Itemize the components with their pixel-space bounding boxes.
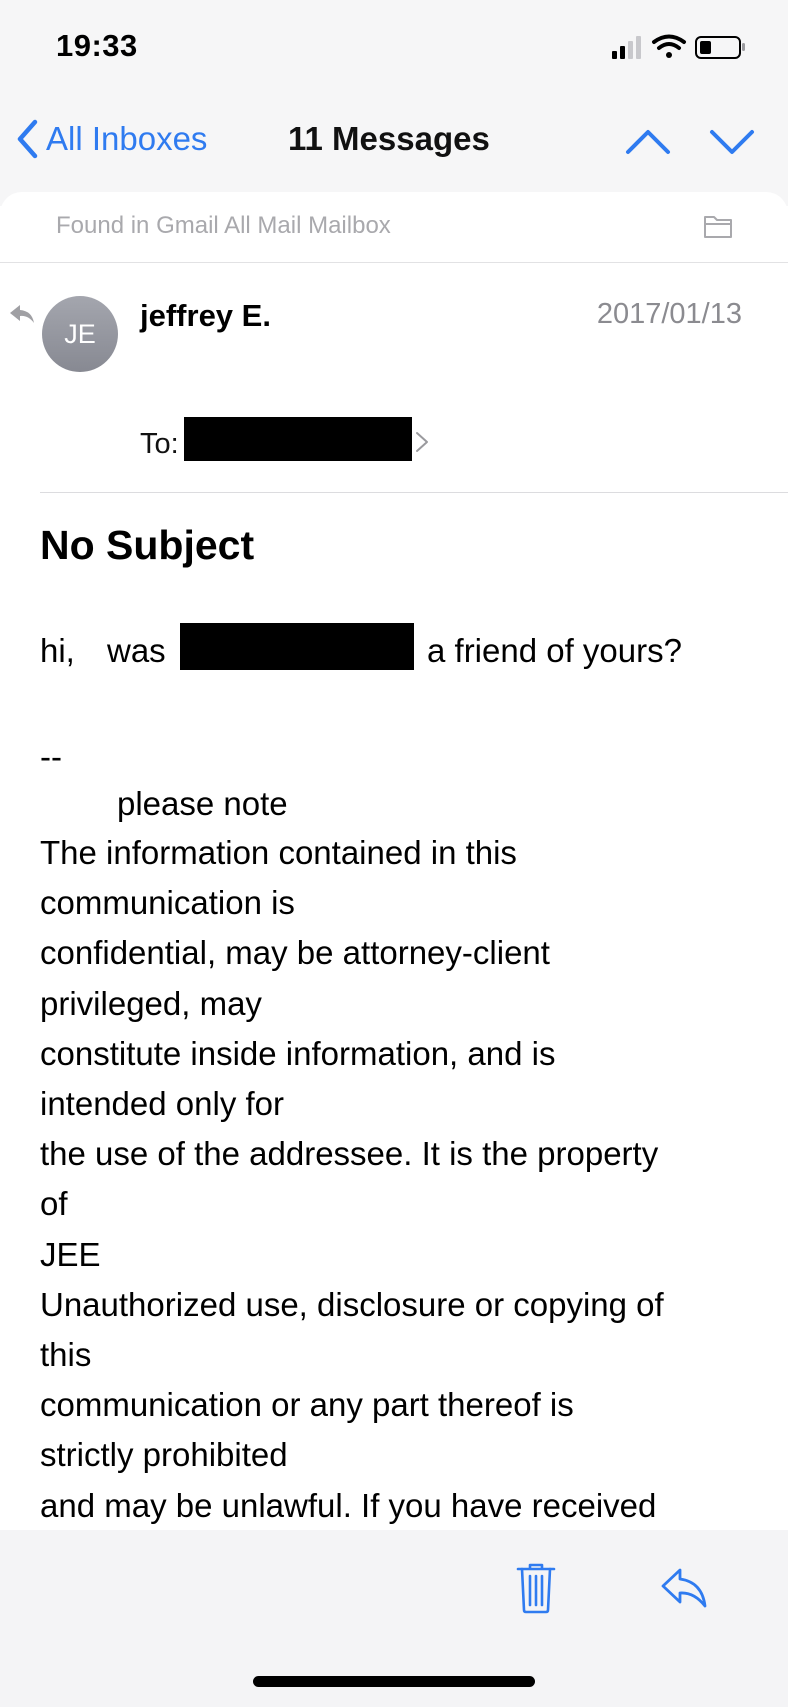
- mailbox-notice: Found in Gmail All Mail Mailbox: [56, 212, 391, 239]
- redacted-name: [180, 623, 414, 670]
- avatar-initials: JE: [64, 318, 96, 349]
- disclaimer-line: communication is: [40, 884, 295, 922]
- home-indicator[interactable]: [253, 1676, 535, 1687]
- battery-icon: [695, 36, 745, 59]
- mailbox-notice-bar: Found in Gmail All Mail Mailbox: [0, 192, 788, 263]
- disclaimer-line: and may be unlawful. If you have receive…: [40, 1486, 657, 1524]
- avatar[interactable]: JE: [42, 296, 118, 372]
- status-bar: 19:33: [0, 0, 788, 100]
- back-button[interactable]: All Inboxes: [16, 114, 207, 164]
- redacted-recipient: [184, 417, 412, 461]
- chevron-right-icon[interactable]: [414, 430, 430, 454]
- reply-icon[interactable]: [660, 1566, 708, 1610]
- folder-icon[interactable]: [702, 212, 734, 240]
- disclaimer-line: this: [40, 1336, 92, 1374]
- disclaimer-line: the use of the addressee. It is the prop…: [40, 1135, 659, 1173]
- disclaimer-line: intended only for: [40, 1085, 285, 1123]
- bottom-toolbar: [0, 1530, 788, 1707]
- body-greeting-start: hi,: [40, 632, 75, 669]
- disclaimer-line: constitute inside information, and is: [40, 1034, 556, 1072]
- trash-icon[interactable]: [516, 1562, 556, 1614]
- disclaimer-line: privileged, may: [40, 984, 262, 1022]
- header-divider: [40, 492, 788, 493]
- body-greeting-mid: was: [107, 632, 166, 669]
- wifi-icon: [652, 34, 686, 58]
- status-time: 19:33: [56, 28, 138, 63]
- disclaimer-text: The information contained in this commun…: [40, 828, 760, 1531]
- chevron-down-icon[interactable]: [708, 122, 756, 162]
- replied-indicator-icon: [10, 305, 34, 323]
- disclaimer-line: Unauthorized use, disclosure or copying …: [40, 1285, 664, 1323]
- disclaimer-line: of: [40, 1185, 68, 1223]
- chevron-up-icon[interactable]: [624, 122, 672, 162]
- status-icons: [612, 34, 745, 59]
- to-label: To:: [140, 428, 179, 460]
- signature-note: please note: [117, 785, 288, 822]
- chevron-left-icon: [17, 119, 38, 159]
- navigation-bar: All Inboxes 11 Messages: [0, 100, 788, 186]
- disclaimer-line: JEE: [40, 1235, 101, 1273]
- body-greeting-end: a friend of yours?: [427, 632, 682, 669]
- signal-icon: [612, 36, 641, 59]
- disclaimer-line: communication or any part thereof is: [40, 1386, 574, 1424]
- message-count-title: 11 Messages: [288, 120, 490, 157]
- disclaimer-line: strictly prohibited: [40, 1436, 288, 1474]
- message-date: 2017/01/13: [596, 298, 742, 330]
- back-button-label: All Inboxes: [46, 120, 208, 157]
- disclaimer-line: The information contained in this: [40, 834, 517, 871]
- sender-name[interactable]: jeffrey E.: [140, 298, 271, 334]
- disclaimer-line: confidential, may be attorney-client: [40, 934, 550, 972]
- message-subject: No Subject: [40, 522, 255, 568]
- signature-separator: --: [40, 738, 62, 775]
